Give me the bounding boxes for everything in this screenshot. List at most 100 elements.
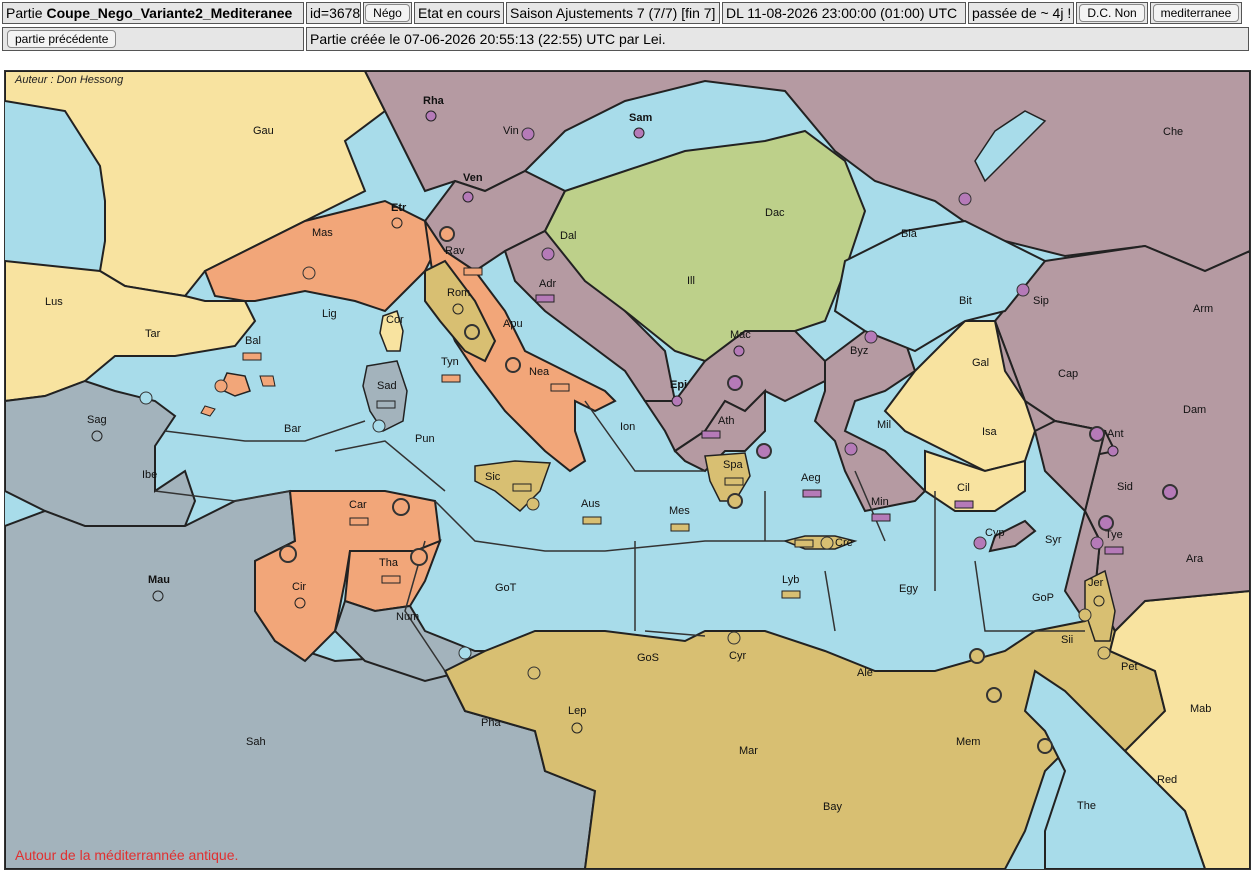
supply-center-icon xyxy=(1162,484,1178,500)
label-mac: Mac xyxy=(730,329,751,341)
label-bay: Bay xyxy=(823,801,842,813)
army-unit-icon xyxy=(425,110,437,122)
label-gau: Gau xyxy=(253,125,274,137)
fleet-unit-icon xyxy=(535,294,555,303)
map-author: Auteur : Don Hessong xyxy=(14,74,124,86)
army-unit-icon xyxy=(391,217,403,229)
label-the: The xyxy=(1077,800,1096,812)
fleet-unit-icon xyxy=(512,483,532,492)
game-header-row: Partie Coupe_Nego_Variante2_Mediteranee … xyxy=(2,2,1242,26)
label-ill: Ill xyxy=(687,275,695,287)
nego-button[interactable]: Négo xyxy=(365,4,410,22)
supply-center-icon xyxy=(410,548,428,566)
dc-cell: D.C. Non xyxy=(1076,2,1148,24)
label-egy: Egy xyxy=(899,583,918,595)
army-unit-icon xyxy=(633,127,645,139)
fleet-unit-icon xyxy=(701,430,721,439)
label-epi: Epi xyxy=(670,379,687,391)
supply-center-icon xyxy=(139,391,153,405)
label-aeg: Aeg xyxy=(801,472,821,484)
previous-game-button[interactable]: partie précédente xyxy=(7,30,117,48)
game-title: Coupe_Nego_Variante2_Mediteranee xyxy=(46,5,293,21)
fleet-unit-icon xyxy=(1104,546,1124,555)
label-spa: Spa xyxy=(723,459,743,471)
label-ant: Ant xyxy=(1107,428,1124,440)
prev-cell: partie précédente xyxy=(2,27,304,51)
army-unit-icon xyxy=(294,597,306,609)
label-bal: Bal xyxy=(245,335,261,347)
label-car: Car xyxy=(349,499,367,511)
label-lus: Lus xyxy=(45,296,63,308)
supply-center-icon xyxy=(727,493,743,509)
fleet-unit-icon xyxy=(724,477,744,486)
label-jer: Jer xyxy=(1088,577,1104,589)
supply-center-icon xyxy=(279,545,297,563)
supply-center-icon xyxy=(1037,738,1053,754)
island-bal-2 xyxy=(259,375,276,387)
label-gos: GoS xyxy=(637,652,659,664)
supply-center-icon xyxy=(727,631,741,645)
label-pun: Pun xyxy=(415,433,435,445)
supply-center-icon xyxy=(756,443,772,459)
label-bla: Bla xyxy=(901,228,918,240)
supply-center-icon xyxy=(1098,515,1114,531)
label-adr: Adr xyxy=(539,278,556,290)
label-rav: Rav xyxy=(445,245,465,257)
supply-center-icon xyxy=(844,442,858,456)
label-dam: Dam xyxy=(1183,404,1206,416)
creation-info: Partie créée le 07-06-2026 20:55:13 (22:… xyxy=(306,27,1249,51)
label-ibe: Ibe xyxy=(142,469,157,481)
label-rom: Rom xyxy=(447,287,470,299)
supply-center-icon xyxy=(458,646,472,660)
label-vin: Vin xyxy=(503,125,519,137)
supply-center-icon xyxy=(526,497,540,511)
supply-center-icon xyxy=(1097,646,1111,660)
label-sic: Sic xyxy=(485,471,501,483)
army-unit-icon xyxy=(671,395,683,407)
fleet-unit-icon xyxy=(242,352,262,361)
label-lep: Lep xyxy=(568,705,586,717)
game-title-cell: Partie Coupe_Nego_Variante2_Mediteranee xyxy=(2,2,304,24)
supply-center-icon xyxy=(527,666,541,680)
fleet-unit-icon xyxy=(954,500,974,509)
map-svg[interactable]: Gau Rha Vin Sam Che Ven Dac Etr Mas Dal … xyxy=(5,71,1250,869)
label-isa: Isa xyxy=(982,426,998,438)
fleet-unit-icon xyxy=(794,539,814,548)
fleet-unit-icon xyxy=(550,383,570,392)
supply-center-icon xyxy=(464,324,480,340)
label-mas: Mas xyxy=(312,227,333,239)
supply-center-icon xyxy=(372,419,386,433)
label-mar: Mar xyxy=(739,745,758,757)
label-bit: Bit xyxy=(959,295,972,307)
supply-center-icon xyxy=(1016,283,1030,297)
game-map[interactable]: Gau Rha Vin Sam Che Ven Dac Etr Mas Dal … xyxy=(4,70,1251,870)
label-ara: Ara xyxy=(1186,553,1204,565)
label-mil: Mil xyxy=(877,419,891,431)
supply-center-icon xyxy=(973,536,987,550)
label-che: Che xyxy=(1163,126,1183,138)
label-min: Min xyxy=(871,496,889,508)
label-sam: Sam xyxy=(629,112,652,124)
map-footer-caption: Autour de la méditerrannée antique. xyxy=(15,847,238,863)
fleet-unit-icon xyxy=(582,516,602,525)
variant-button[interactable]: mediterranee xyxy=(1152,4,1240,22)
label-mem: Mem xyxy=(956,736,980,748)
fleet-unit-icon xyxy=(349,517,369,526)
label-tyn: Tyn xyxy=(441,356,459,368)
dc-button[interactable]: D.C. Non xyxy=(1079,4,1145,22)
label-gal: Gal xyxy=(972,357,989,369)
label-dal: Dal xyxy=(560,230,577,242)
label-cor: Cor xyxy=(386,314,404,326)
label-sad: Sad xyxy=(377,380,397,392)
label-syr: Syr xyxy=(1045,534,1062,546)
label-got: GoT xyxy=(495,582,517,594)
label-etr: Etr xyxy=(391,202,407,214)
label-apu: Apu xyxy=(503,318,523,330)
supply-center-icon xyxy=(727,375,743,391)
label-sah: Sah xyxy=(246,736,266,748)
fleet-unit-icon xyxy=(441,374,461,383)
label-cir: Cir xyxy=(292,581,306,593)
supply-center-icon xyxy=(505,357,521,373)
label-sid: Sid xyxy=(1117,481,1133,493)
supply-center-icon xyxy=(864,330,878,344)
